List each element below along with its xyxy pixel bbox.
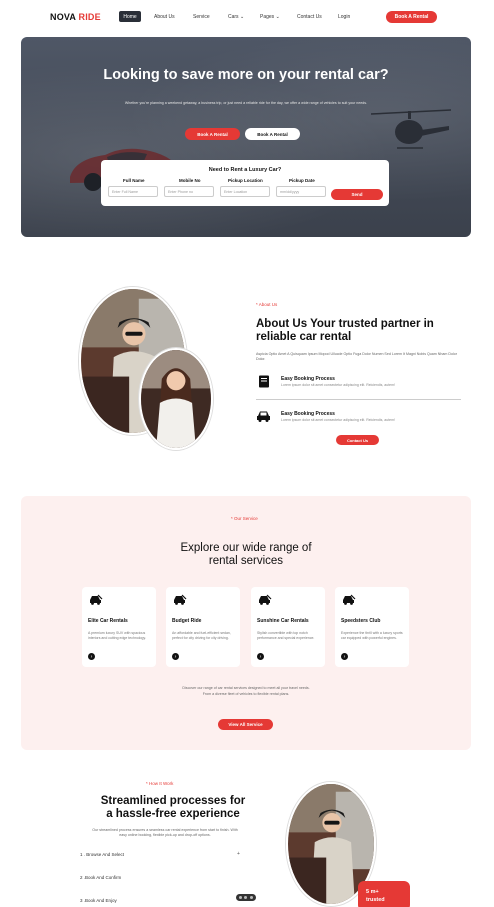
car-repair-icon: [90, 594, 103, 605]
about-tag: * About Us: [256, 302, 278, 307]
service-card-title: Sunshine Car Rentals: [257, 618, 309, 624]
mobile-no-label: Mobile No: [179, 178, 201, 183]
booking-book-icon: [256, 374, 271, 388]
services-title-line1: Explore our wide range of: [180, 542, 312, 554]
about-photo-small: [139, 348, 213, 450]
car-front-icon: [256, 409, 271, 423]
top-navbar: NOVA RIDE Home About Us Service Cars ⌄ P…: [0, 0, 494, 34]
pickup-location-input[interactable]: Enter Location: [220, 186, 270, 197]
logo-accent: RIDE: [78, 12, 101, 22]
logo-main: NOVA: [50, 12, 76, 22]
feature-title-1: Easy Booking Process: [281, 376, 335, 382]
service-card-text: Stylish convertible with top notch perfo…: [257, 631, 315, 640]
nav-item-contact[interactable]: Contact Us: [297, 14, 322, 20]
service-card[interactable]: Sunshine Car Rentals Stylish convertible…: [251, 587, 325, 667]
booking-form: Need to Rent a Luxury Car? Full Name Mob…: [101, 160, 389, 206]
mobile-no-input[interactable]: Enter Phone no: [164, 186, 214, 197]
booking-form-title: Need to Rent a Luxury Car?: [208, 167, 282, 173]
full-name-label: Full Name: [123, 178, 145, 183]
service-card[interactable]: Speedsters Club Experience the thrill wi…: [335, 587, 409, 667]
nav-item-pages[interactable]: Pages ⌄: [260, 14, 280, 20]
chevron-down-icon: ⌄: [238, 14, 245, 20]
contact-us-button[interactable]: Contact Us: [336, 435, 379, 445]
how-title-line1: Streamlined processes for: [100, 795, 246, 807]
nav-item-cars[interactable]: Cars ⌄: [228, 14, 244, 20]
car-repair-icon: [343, 594, 356, 605]
services-desc-line2: From a diverse fleet of vehicles to flex…: [202, 691, 290, 696]
feature-divider: [256, 399, 461, 400]
plus-icon[interactable]: +: [237, 851, 240, 857]
stat-label: trusted: [366, 897, 385, 903]
woman-smiling-image: [141, 350, 211, 448]
pager-dot[interactable]: [244, 896, 248, 899]
arrow-right-icon[interactable]: ›: [88, 653, 95, 660]
pager-dot[interactable]: [239, 896, 243, 899]
how-tag: * How It Work: [146, 781, 174, 786]
pickup-date-input[interactable]: mm/dd/yyyy: [276, 186, 326, 197]
feature-title-2: Easy Booking Process: [281, 411, 335, 417]
service-card-title: Elite Car Rentals: [88, 618, 128, 624]
arrow-right-icon[interactable]: ›: [341, 653, 348, 660]
services-title-line2: rental services: [208, 554, 284, 567]
step-item[interactable]: 2 .Book And Confirm: [80, 875, 121, 880]
nav-item-login[interactable]: Login: [338, 14, 350, 20]
step-item[interactable]: 3 .Book And Enjoy: [80, 898, 117, 903]
service-card-title: Speedsters Club: [341, 618, 381, 624]
services-desc-line1: Discover our range of car rental service…: [182, 686, 310, 690]
service-card-text: A premium luxury SUV with spacious inter…: [88, 631, 146, 640]
service-card[interactable]: Elite Car Rentals A premium luxury SUV w…: [82, 587, 156, 667]
feature-text-2: Lorem ipsum dolor sit amet consectetur a…: [281, 418, 395, 422]
about-text: Aspicia Optio Amet A Quisquam Ipsum Mopo…: [256, 352, 457, 361]
car-repair-icon: [174, 594, 187, 605]
how-description: Our streamlined process ensures a seamle…: [92, 828, 238, 837]
service-card-title: Budget Ride: [172, 618, 202, 624]
hero-banner: Looking to save more on your rental car?…: [21, 37, 471, 237]
view-all-service-button[interactable]: View All Service: [218, 719, 273, 730]
car-repair-icon: [259, 594, 272, 605]
brand-logo[interactable]: NOVA RIDE: [50, 12, 101, 22]
about-title: About Us Your trusted partner in reliabl…: [256, 318, 434, 343]
trusted-stat-badge: 5 m+ trusted: [358, 881, 410, 907]
nav-item-pages-label: Pages: [260, 14, 275, 20]
full-name-input[interactable]: Enter Full Name: [108, 186, 158, 197]
nav-item-cars-label: Cars: [228, 14, 239, 20]
pager-dot[interactable]: [249, 896, 253, 899]
floating-pager-control[interactable]: [236, 894, 256, 901]
step-item[interactable]: 1 . Browse And Select: [80, 852, 124, 857]
how-title-line2: a hassle-free experience: [106, 807, 240, 820]
helicopter-image: [371, 109, 451, 149]
pickup-date-label: Pickup Date: [289, 178, 315, 183]
service-card-text: Experience the thrill with a luxury spor…: [341, 631, 403, 640]
book-rental-primary-button[interactable]: Book A Rental: [185, 128, 240, 140]
hero-subtitle: Whether you're planning a weekend getawa…: [124, 101, 368, 105]
how-title: Streamlined processes for a hassle-free …: [78, 795, 268, 820]
service-card-text: An affordable and fuel-efficient sedan, …: [172, 631, 231, 640]
book-rental-secondary-button[interactable]: Book A Rental: [245, 128, 300, 140]
book-rental-nav-button[interactable]: Book A Rental: [386, 11, 437, 23]
chevron-down-icon: ⌄: [274, 14, 280, 20]
send-button[interactable]: Send: [331, 189, 383, 200]
pickup-location-label: Pickup Location: [228, 178, 263, 183]
stat-value: 5 m+: [366, 889, 379, 895]
services-description: Discover our range of car rental service…: [161, 686, 331, 697]
services-tag: * Our Service: [231, 516, 258, 521]
services-section: * Our Service Explore our wide range of …: [21, 496, 471, 750]
nav-item-service[interactable]: Service: [193, 14, 210, 20]
services-title: Explore our wide range of rental service…: [21, 542, 471, 567]
hero-title: Looking to save more on your rental car?: [103, 67, 389, 83]
arrow-right-icon[interactable]: ›: [257, 653, 264, 660]
nav-item-about[interactable]: About Us: [154, 14, 175, 20]
feature-text-1: Lorem ipsum dolor sit amet consectetur a…: [281, 383, 395, 387]
arrow-right-icon[interactable]: ›: [172, 653, 179, 660]
service-card[interactable]: Budget Ride An affordable and fuel-effic…: [166, 587, 240, 667]
nav-item-home[interactable]: Home: [119, 11, 141, 22]
